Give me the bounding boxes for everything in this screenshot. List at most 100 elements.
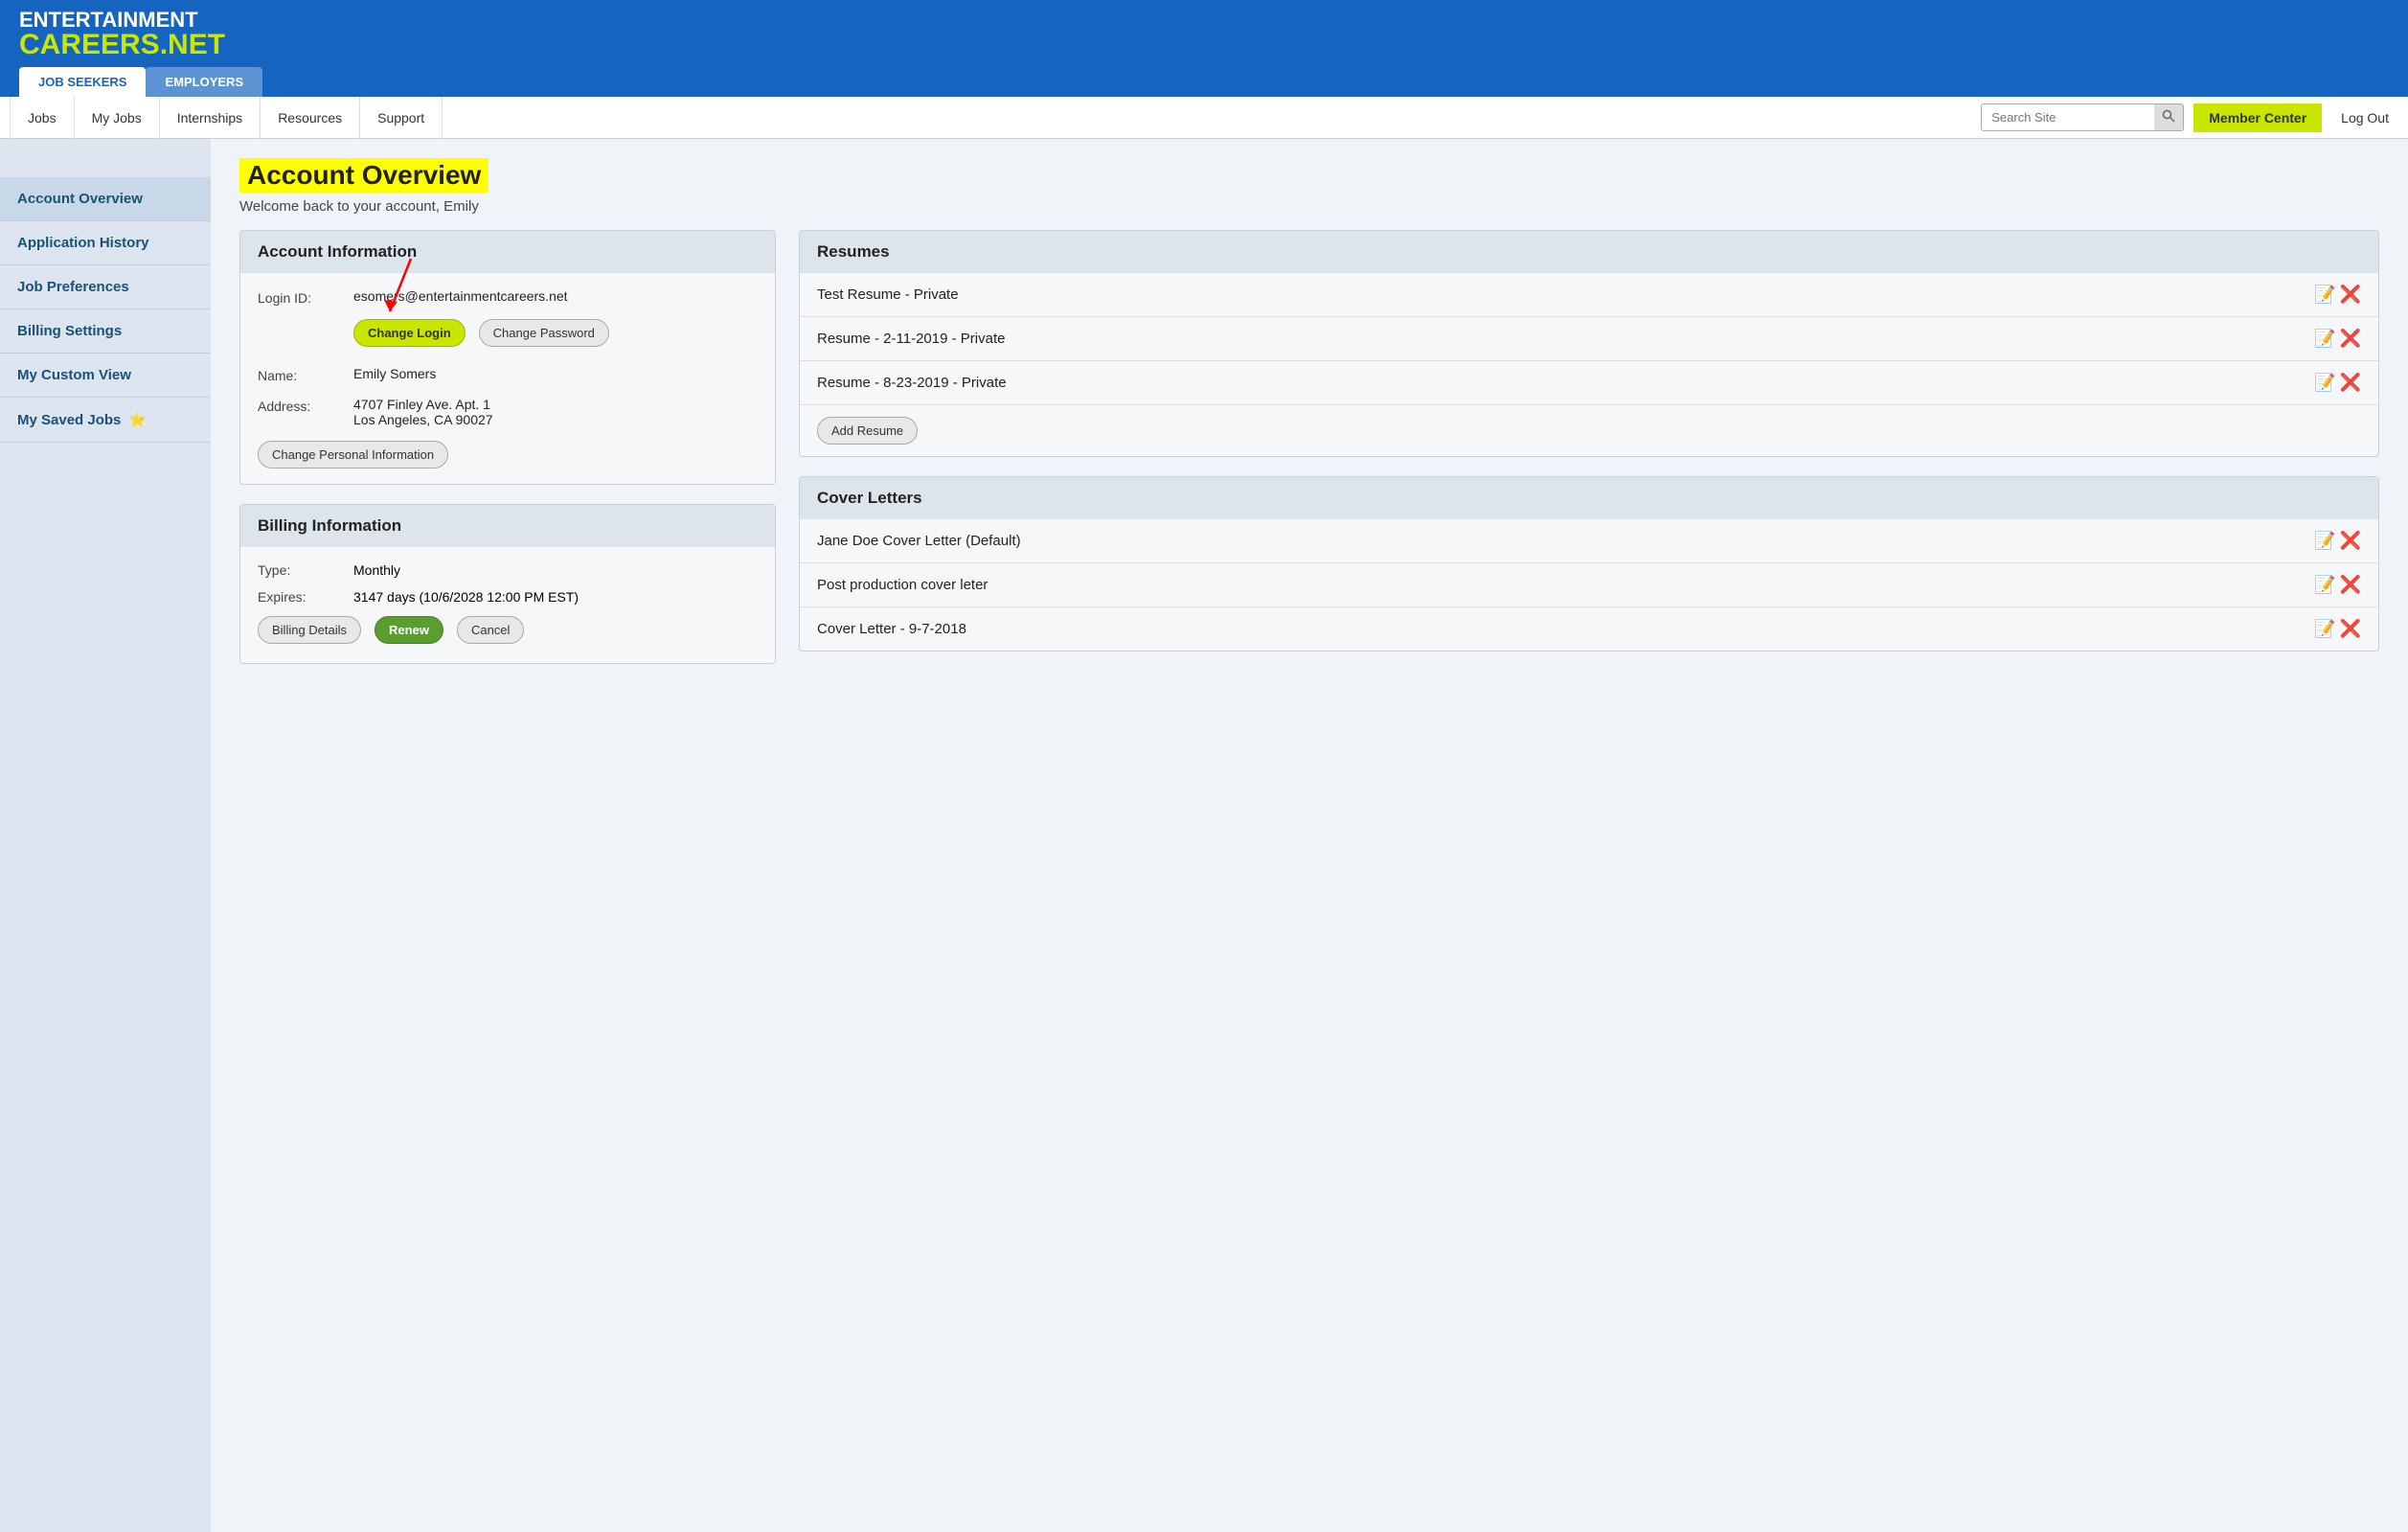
sidebar-label-my-saved-jobs: My Saved Jobs [17,412,121,428]
resume-actions-2: 📝 ❌ [2314,373,2361,393]
nav-internships[interactable]: Internships [160,97,261,139]
logo-line1: ENTERTAINMENT [19,10,225,31]
logo: ENTERTAINMENT CAREERS .NET [19,10,2389,59]
edit-resume-1-icon[interactable]: 📝 [2314,329,2335,349]
top-nav: Jobs My Jobs Internships Resources Suppo… [0,97,2408,139]
logo-careers: CAREERS [19,31,160,59]
site-header: ENTERTAINMENT CAREERS .NET JOB SEEKERS E… [0,0,2408,97]
search-icon [2162,109,2175,123]
sidebar-item-my-custom-view[interactable]: My Custom View [0,354,211,398]
change-login-group: Change Login Change Password [353,319,615,347]
login-buttons-label [258,319,353,321]
login-buttons-wrapper: Change Login Change Password [353,319,615,351]
edit-resume-0-icon[interactable]: 📝 [2314,285,2335,305]
edit-cover-0-icon[interactable]: 📝 [2314,531,2335,551]
logo-net: .NET [160,31,225,59]
main-content: Account Overview Welcome back to your ac… [211,139,2408,1532]
login-value: esomers@entertainmentcareers.net [353,288,568,304]
cover-letter-row-2: Cover Letter - 9-7-2018 📝 ❌ [800,607,2378,651]
name-value: Emily Somers [353,366,436,381]
cover-letter-actions-2: 📝 ❌ [2314,619,2361,639]
edit-cover-2-icon[interactable]: 📝 [2314,619,2335,639]
header-tabs: JOB SEEKERS EMPLOYERS [19,67,2389,97]
cover-letter-name-0: Jane Doe Cover Letter (Default) [817,533,1021,549]
delete-resume-1-icon[interactable]: ❌ [2340,329,2361,349]
left-column: Account Information Login ID: esomers@en… [239,230,776,683]
cover-letter-row-1: Post production cover leter 📝 ❌ [800,563,2378,607]
billing-type-label: Type: [258,562,353,578]
edit-resume-2-icon[interactable]: 📝 [2314,373,2335,393]
right-column: Resumes Test Resume - Private 📝 ❌ Resume… [799,230,2379,671]
account-info-header: Account Information [240,231,775,273]
login-label: Login ID: [258,288,353,306]
account-info-body: Login ID: esomers@entertainmentcareers.n… [240,273,775,484]
name-label: Name: [258,366,353,383]
billing-info-header: Billing Information [240,505,775,547]
edit-cover-1-icon[interactable]: 📝 [2314,575,2335,595]
address-line1: 4707 Finley Ave. Apt. 1 [353,397,493,412]
billing-expires-label: Expires: [258,589,353,605]
resume-name-0: Test Resume - Private [817,286,959,303]
cancel-button[interactable]: Cancel [457,616,524,644]
nav-resources[interactable]: Resources [261,97,360,139]
sidebar: Account Overview Application History Job… [0,139,211,1532]
tab-jobseekers[interactable]: JOB SEEKERS [19,67,146,97]
sidebar-item-my-saved-jobs[interactable]: My Saved Jobs ⭐ [0,398,211,443]
sidebar-item-account-overview[interactable]: Account Overview [0,177,211,221]
resume-row-1: Resume - 2-11-2019 - Private 📝 ❌ [800,317,2378,361]
change-personal-wrapper: Change Personal Information [258,441,758,469]
address-row: Address: 4707 Finley Ave. Apt. 1 Los Ang… [258,397,758,427]
sidebar-item-application-history[interactable]: Application History [0,221,211,265]
nav-jobs[interactable]: Jobs [10,97,75,139]
billing-buttons: Billing Details Renew Cancel [258,616,758,644]
search-box [1981,103,2184,131]
delete-cover-1-icon[interactable]: ❌ [2340,575,2361,595]
delete-resume-2-icon[interactable]: ❌ [2340,373,2361,393]
cover-letter-name-2: Cover Letter - 9-7-2018 [817,621,966,637]
page-title: Account Overview [239,158,488,193]
resume-name-2: Resume - 8-23-2019 - Private [817,375,1007,391]
delete-cover-0-icon[interactable]: ❌ [2340,531,2361,551]
change-password-button[interactable]: Change Password [479,319,609,347]
resume-name-1: Resume - 2-11-2019 - Private [817,331,1005,347]
change-login-button[interactable]: Change Login [353,319,466,347]
star-icon: ⭐ [128,411,147,428]
login-row: Login ID: esomers@entertainmentcareers.n… [258,288,758,306]
resume-actions-1: 📝 ❌ [2314,329,2361,349]
billing-details-button[interactable]: Billing Details [258,616,361,644]
cover-letters-card: Cover Letters Jane Doe Cover Letter (Def… [799,476,2379,652]
welcome-text: Welcome back to your account, Emily [239,198,2379,215]
nav-support[interactable]: Support [360,97,443,139]
address-line2: Los Angeles, CA 90027 [353,412,493,427]
billing-type-value: Monthly [353,562,400,578]
delete-resume-0-icon[interactable]: ❌ [2340,285,2361,305]
resume-row-2: Resume - 8-23-2019 - Private 📝 ❌ [800,361,2378,405]
member-center-button[interactable]: Member Center [2193,103,2322,132]
tab-employers[interactable]: EMPLOYERS [146,67,262,97]
add-resume-button[interactable]: Add Resume [817,417,918,445]
add-resume-area: Add Resume [800,405,2378,456]
billing-info-body: Type: Monthly Expires: 3147 days (10/6/2… [240,547,775,663]
main-layout: Account Overview Application History Job… [0,139,2408,1532]
search-input[interactable] [1982,105,2154,129]
account-info-card: Account Information Login ID: esomers@en… [239,230,776,485]
cover-letter-row-0: Jane Doe Cover Letter (Default) 📝 ❌ [800,519,2378,563]
address-value: 4707 Finley Ave. Apt. 1 Los Angeles, CA … [353,397,493,427]
resumes-header: Resumes [800,231,2378,273]
billing-info-card: Billing Information Type: Monthly Expire… [239,504,776,664]
billing-type-row: Type: Monthly [258,562,758,578]
login-buttons-row: Change Login Change Password [258,319,758,351]
search-button[interactable] [2154,104,2183,130]
nav-my-jobs[interactable]: My Jobs [75,97,160,139]
resumes-card: Resumes Test Resume - Private 📝 ❌ Resume… [799,230,2379,457]
change-personal-button[interactable]: Change Personal Information [258,441,448,469]
resume-actions-0: 📝 ❌ [2314,285,2361,305]
sidebar-item-billing-settings[interactable]: Billing Settings [0,309,211,354]
address-label: Address: [258,397,353,414]
sidebar-item-job-preferences[interactable]: Job Preferences [0,265,211,309]
cover-letter-actions-0: 📝 ❌ [2314,531,2361,551]
logout-button[interactable]: Log Out [2331,110,2398,126]
delete-cover-2-icon[interactable]: ❌ [2340,619,2361,639]
two-column-layout: Account Information Login ID: esomers@en… [239,230,2379,683]
renew-button[interactable]: Renew [375,616,443,644]
